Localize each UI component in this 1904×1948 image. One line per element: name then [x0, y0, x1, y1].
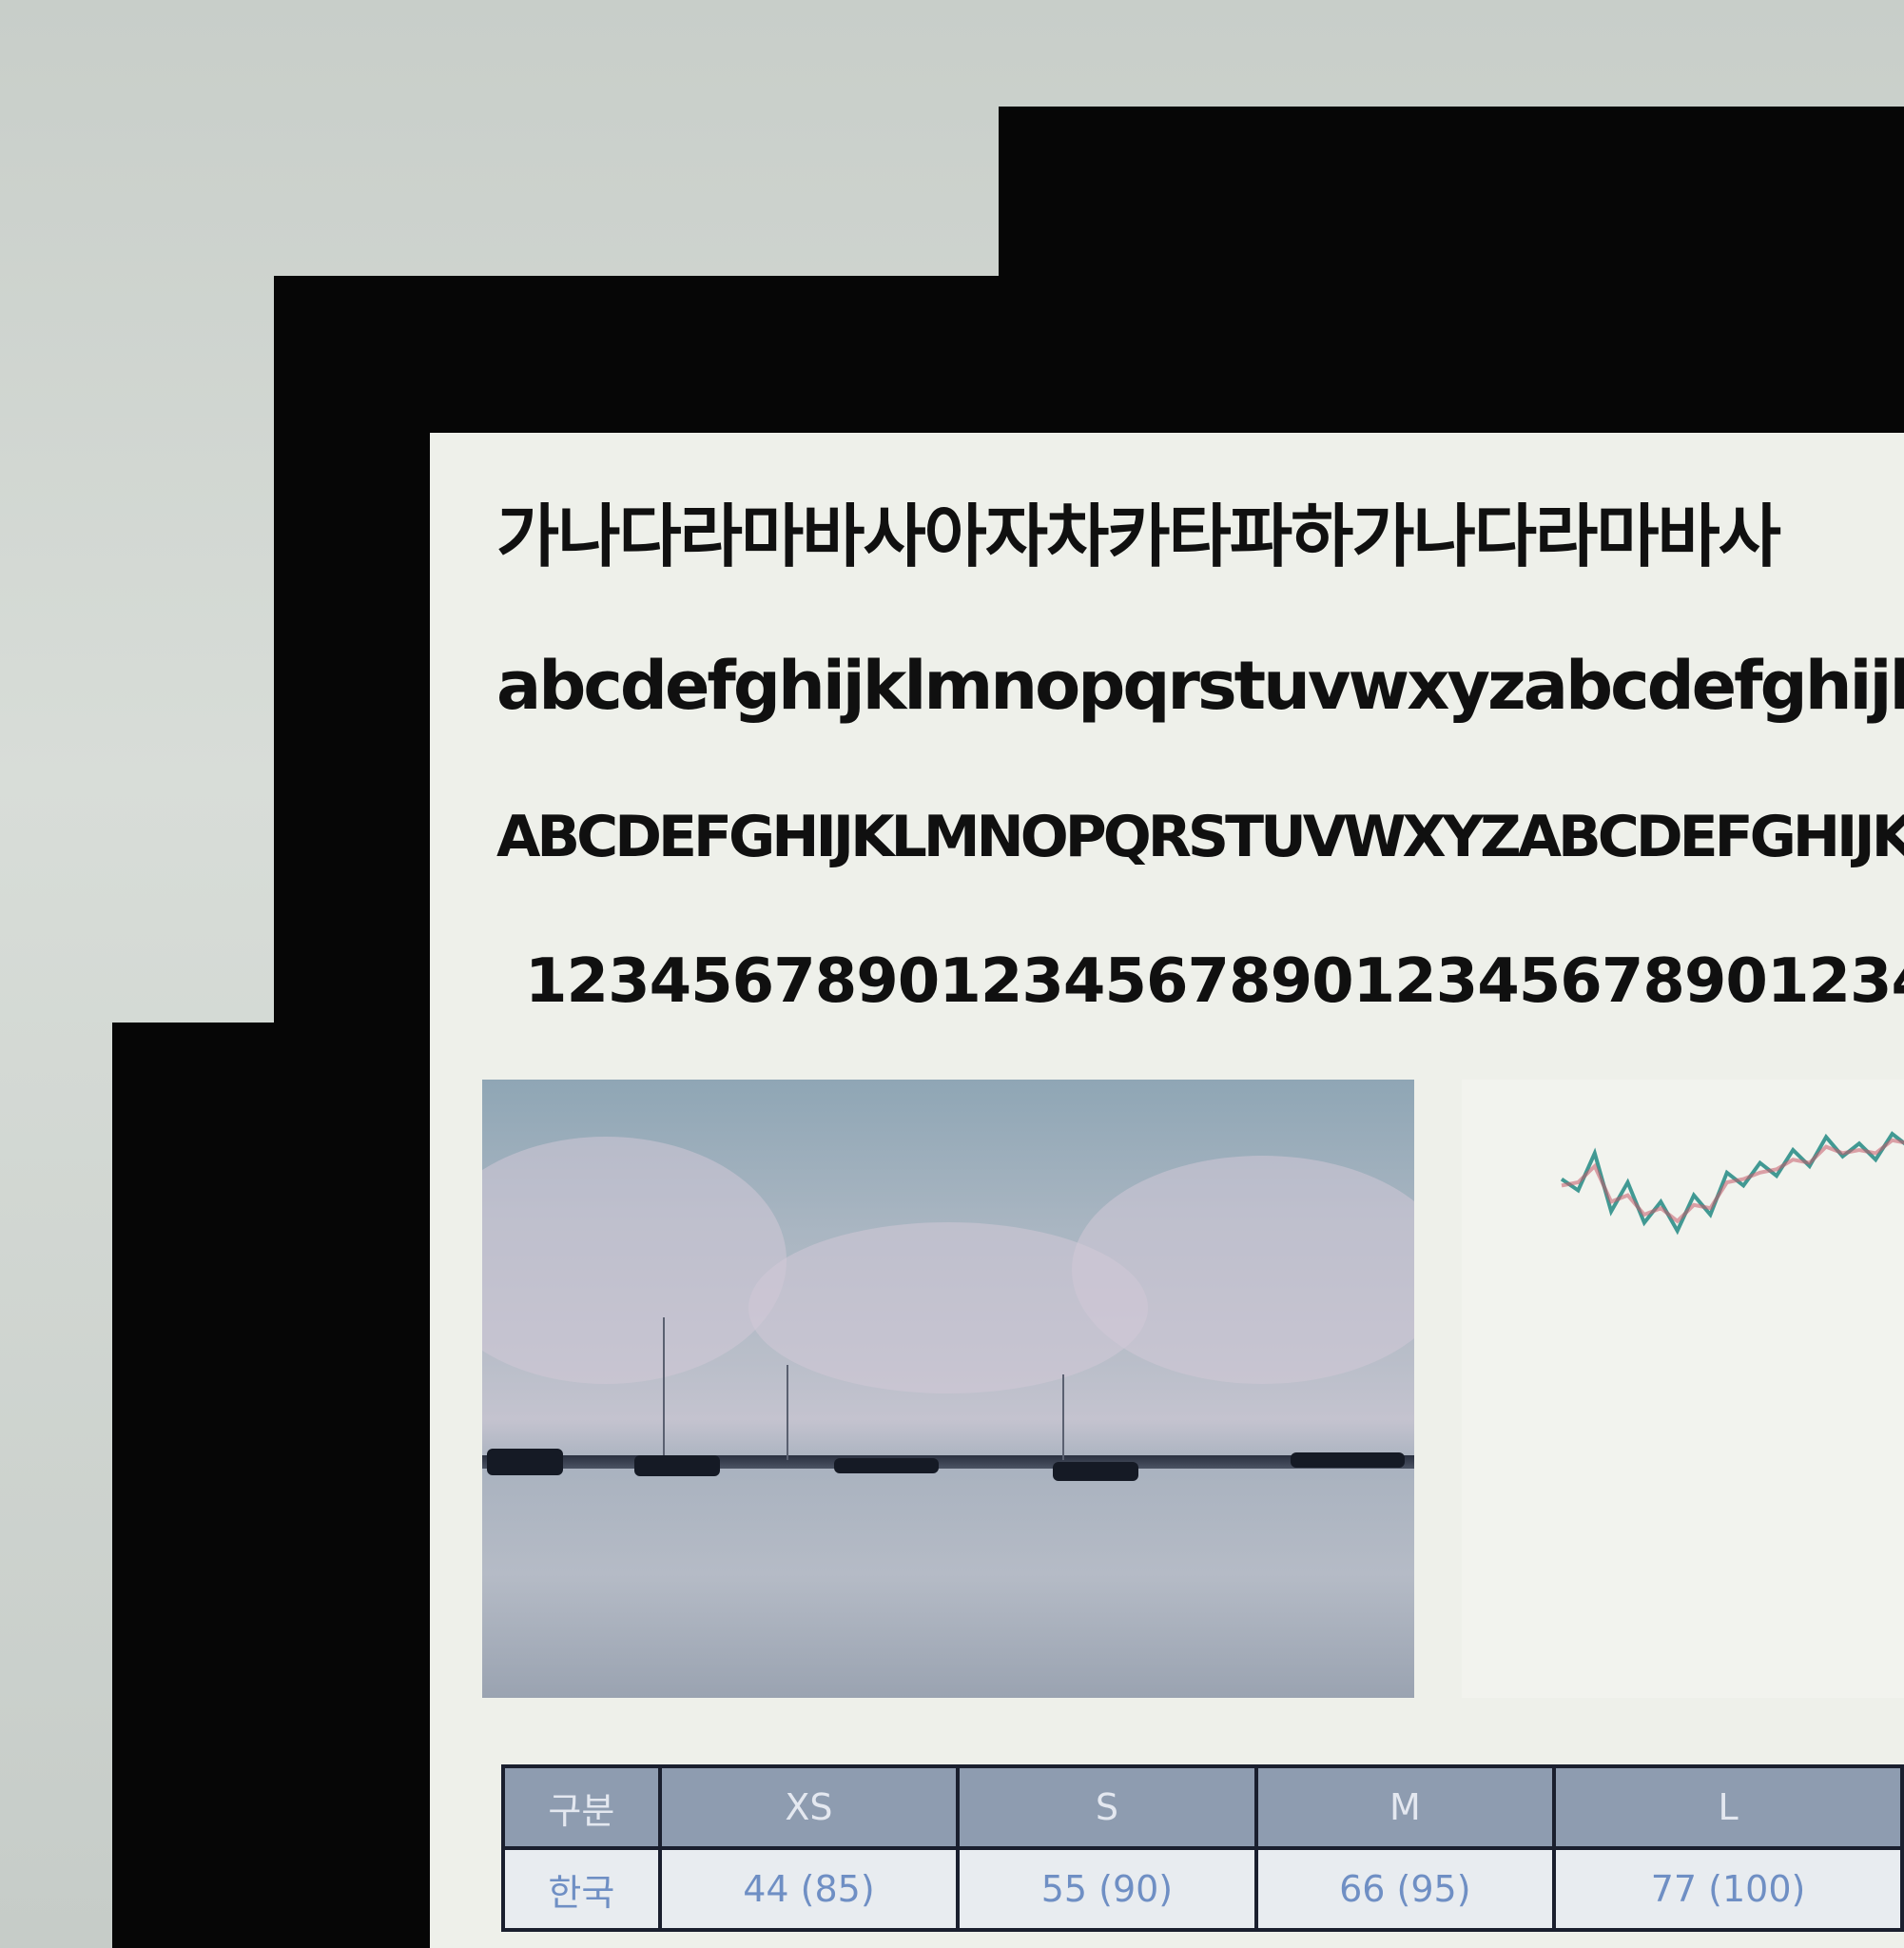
hangul-row: 가나다라마바사아자차카타파하가나다라마바사 [496, 497, 1781, 576]
boat [1053, 1462, 1138, 1481]
monitor-bezel-top [999, 107, 1904, 278]
table-cell: 55 (90) [956, 1846, 1258, 1932]
column-header: M [1253, 1764, 1557, 1850]
uppercase-row: ABCDEFGHIJKLMNOPQRSTUVWXYZABCDEFGHIJKLM [496, 804, 1904, 870]
digits-row: 12345678901234567890123456789012345678 [525, 946, 1904, 1017]
line-chart [1462, 1080, 1904, 1698]
table-cell: 한국 [501, 1846, 662, 1932]
table-cell: 66 (95) [1253, 1846, 1557, 1932]
table-row: 한국 44 (85) 55 (90) 66 (95) 77 (100) [501, 1846, 1904, 1932]
photo-cloud [1072, 1156, 1414, 1384]
column-header: L [1552, 1764, 1904, 1850]
boat [487, 1449, 563, 1475]
boat-mast [1062, 1374, 1064, 1460]
boat [634, 1455, 720, 1476]
boat [834, 1458, 939, 1473]
table-cell: 44 (85) [657, 1846, 961, 1932]
photo-cloud [482, 1137, 787, 1384]
line-chart-svg [1560, 1131, 1904, 1236]
column-header: XS [657, 1764, 961, 1850]
monitor-bezel-left [112, 1023, 302, 1948]
column-header: S [956, 1764, 1258, 1850]
table-header-row: 구분 XS S M L [501, 1764, 1904, 1850]
boat-mast [663, 1317, 665, 1460]
column-header: 구분 [501, 1764, 662, 1850]
boat [1291, 1452, 1405, 1468]
lowercase-row: abcdefghijklmnopqrstuvwxyzabcdefghijklm [496, 647, 1904, 725]
sea-boats-photo [482, 1080, 1414, 1698]
photo-horizon [482, 1455, 1414, 1469]
screen: 가나다라마바사아자차카타파하가나다라마바사 abcdefghijklmnopqr… [430, 433, 1904, 1948]
table-cell: 77 (100) [1552, 1846, 1904, 1932]
size-table: 구분 XS S M L 한국 44 (85) 55 (90) 66 (95) 7… [501, 1764, 1904, 1932]
boat-mast [787, 1365, 788, 1460]
